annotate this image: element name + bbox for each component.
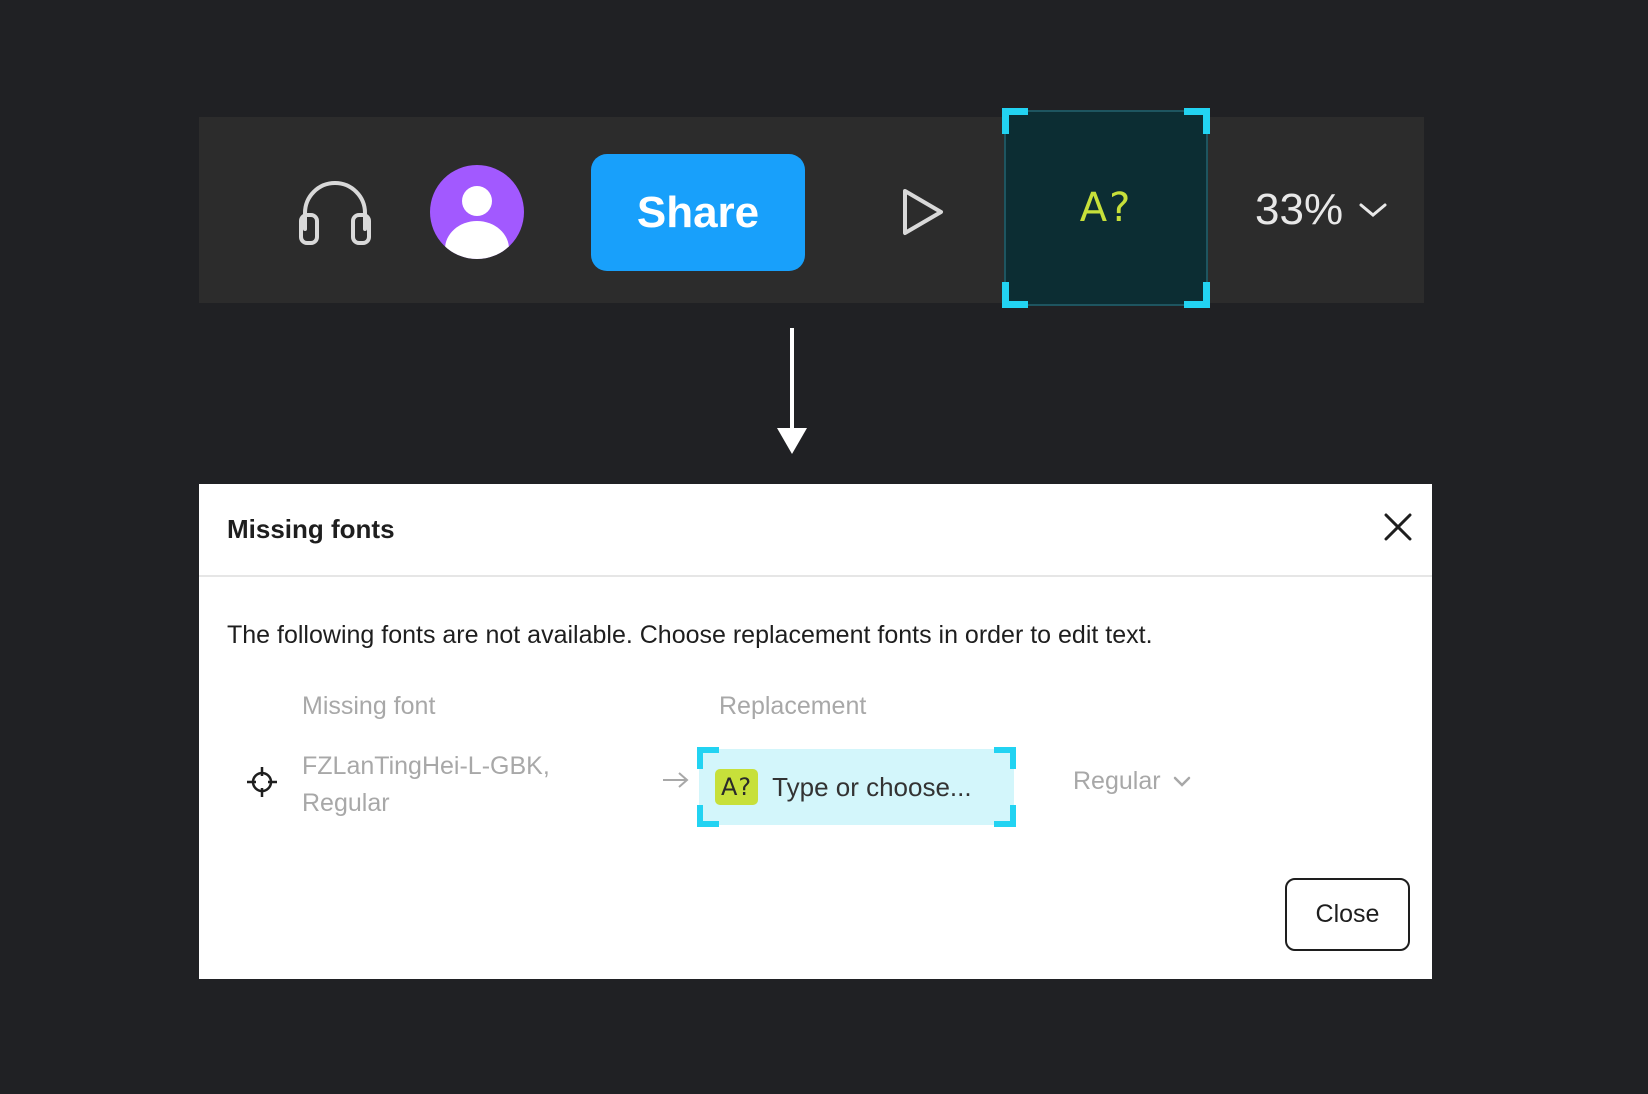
- dialog-title: Missing fonts: [227, 514, 395, 544]
- highlight-corner: [1184, 282, 1210, 308]
- highlight-corner: [1002, 108, 1028, 134]
- chevron-down-icon: [1173, 776, 1190, 787]
- chevron-down-icon: [1359, 203, 1387, 217]
- highlight-corner: [994, 747, 1016, 769]
- play-icon[interactable]: [899, 187, 945, 237]
- missing-font-style: Regular: [302, 789, 390, 817]
- dialog-description: The following fonts are not available. C…: [227, 621, 1153, 649]
- zoom-control[interactable]: 33%: [1255, 179, 1387, 241]
- avatar[interactable]: [430, 165, 524, 259]
- column-header-replacement: Replacement: [719, 692, 867, 720]
- replacement-style-value: Regular: [1073, 767, 1161, 795]
- highlight-corner: [994, 805, 1016, 827]
- zoom-value: 33%: [1255, 185, 1344, 234]
- user-icon: [445, 186, 509, 259]
- missing-font-badge: A?: [715, 769, 759, 805]
- highlight-corner: [1184, 108, 1210, 134]
- highlight-corner: [697, 747, 719, 769]
- target-icon[interactable]: [246, 766, 278, 798]
- replacement-placeholder: Type or choose...: [772, 771, 972, 802]
- close-icon[interactable]: [1382, 511, 1414, 543]
- missing-font-name: FZLanTingHei-L-GBK, Regular: [302, 748, 622, 822]
- replacement-style-select[interactable]: Regular: [1073, 767, 1191, 796]
- missing-fonts-dialog: Missing fonts The following fonts are no…: [199, 484, 1432, 979]
- toolbar: Share A? 33%: [199, 108, 1424, 308]
- highlight-corner: [1002, 282, 1028, 308]
- missing-font-indicator-label: A?: [1079, 185, 1133, 231]
- close-button[interactable]: Close: [1285, 878, 1410, 951]
- highlight-corner: [697, 805, 719, 827]
- headphones-icon[interactable]: [297, 175, 373, 245]
- replacement-font-input[interactable]: A? Type or choose...: [697, 747, 1016, 827]
- share-button[interactable]: Share: [591, 154, 805, 271]
- arrow-right-icon: [663, 772, 689, 788]
- column-header-missing-font: Missing font: [302, 692, 436, 720]
- missing-font-family: FZLanTingHei-L-GBK,: [302, 752, 550, 780]
- missing-fonts-button[interactable]: A?: [1002, 108, 1210, 308]
- dialog-header: Missing fonts: [199, 484, 1432, 577]
- down-arrow-icon: [777, 328, 807, 454]
